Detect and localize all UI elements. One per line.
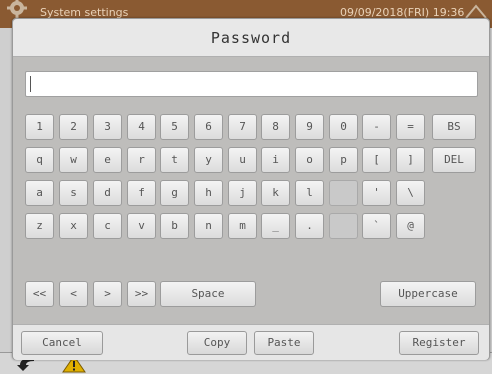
- key-minus[interactable]: -: [362, 114, 391, 140]
- key-f[interactable]: f: [127, 180, 156, 206]
- key-underscore[interactable]: _: [261, 213, 290, 239]
- key-p[interactable]: p: [329, 147, 358, 173]
- text-cursor: [30, 76, 31, 92]
- key-v[interactable]: v: [127, 213, 156, 239]
- key-o[interactable]: o: [295, 147, 324, 173]
- key-g[interactable]: g: [160, 180, 189, 206]
- key-blank: [329, 213, 358, 239]
- key-h[interactable]: h: [194, 180, 223, 206]
- password-dialog: Password 1 2 3 4 5 6 7 8 9 0 - = BS q w …: [12, 18, 490, 360]
- key-u[interactable]: u: [228, 147, 257, 173]
- copy-button[interactable]: Copy: [187, 331, 247, 355]
- key-z[interactable]: z: [25, 213, 54, 239]
- cursor-end-button[interactable]: >>: [127, 281, 156, 307]
- key-w[interactable]: w: [59, 147, 88, 173]
- key-4[interactable]: 4: [127, 114, 156, 140]
- cancel-button[interactable]: Cancel: [21, 331, 103, 355]
- cursor-left-button[interactable]: <: [59, 281, 88, 307]
- space-key[interactable]: Space: [160, 281, 256, 307]
- key-backtick[interactable]: `: [362, 213, 391, 239]
- dialog-title: Password: [13, 19, 489, 57]
- key-3[interactable]: 3: [93, 114, 122, 140]
- key-8[interactable]: 8: [261, 114, 290, 140]
- key-x[interactable]: x: [59, 213, 88, 239]
- key-d[interactable]: d: [93, 180, 122, 206]
- backspace-key[interactable]: BS: [432, 114, 476, 140]
- key-b[interactable]: b: [160, 213, 189, 239]
- key-7[interactable]: 7: [228, 114, 257, 140]
- key-e[interactable]: e: [93, 147, 122, 173]
- home-icon[interactable]: [460, 0, 492, 20]
- dialog-footer: Cancel Copy Paste Register: [13, 324, 489, 360]
- key-blank: [329, 180, 358, 206]
- key-equals[interactable]: =: [396, 114, 425, 140]
- gear-icon: [7, 0, 27, 18]
- key-apostrophe[interactable]: ': [362, 180, 391, 206]
- key-2[interactable]: 2: [59, 114, 88, 140]
- key-n[interactable]: n: [194, 213, 223, 239]
- key-y[interactable]: y: [194, 147, 223, 173]
- key-t[interactable]: t: [160, 147, 189, 173]
- cursor-home-button[interactable]: <<: [25, 281, 54, 307]
- key-k[interactable]: k: [261, 180, 290, 206]
- key-period[interactable]: .: [295, 213, 324, 239]
- key-right-bracket[interactable]: ]: [396, 147, 425, 173]
- key-6[interactable]: 6: [194, 114, 223, 140]
- cursor-right-button[interactable]: >: [93, 281, 122, 307]
- key-5[interactable]: 5: [160, 114, 189, 140]
- key-at[interactable]: @: [396, 213, 425, 239]
- key-a[interactable]: a: [25, 180, 54, 206]
- key-1[interactable]: 1: [25, 114, 54, 140]
- register-button[interactable]: Register: [399, 331, 479, 355]
- key-c[interactable]: c: [93, 213, 122, 239]
- key-9[interactable]: 9: [295, 114, 324, 140]
- key-q[interactable]: q: [25, 147, 54, 173]
- key-j[interactable]: j: [228, 180, 257, 206]
- uppercase-toggle[interactable]: Uppercase: [380, 281, 476, 307]
- key-left-bracket[interactable]: [: [362, 147, 391, 173]
- delete-key[interactable]: DEL: [432, 147, 476, 173]
- key-0[interactable]: 0: [329, 114, 358, 140]
- key-l[interactable]: l: [295, 180, 324, 206]
- key-backslash[interactable]: \: [396, 180, 425, 206]
- key-i[interactable]: i: [261, 147, 290, 173]
- key-m[interactable]: m: [228, 213, 257, 239]
- password-input[interactable]: [25, 71, 478, 97]
- key-r[interactable]: r: [127, 147, 156, 173]
- paste-button[interactable]: Paste: [254, 331, 314, 355]
- key-s[interactable]: s: [59, 180, 88, 206]
